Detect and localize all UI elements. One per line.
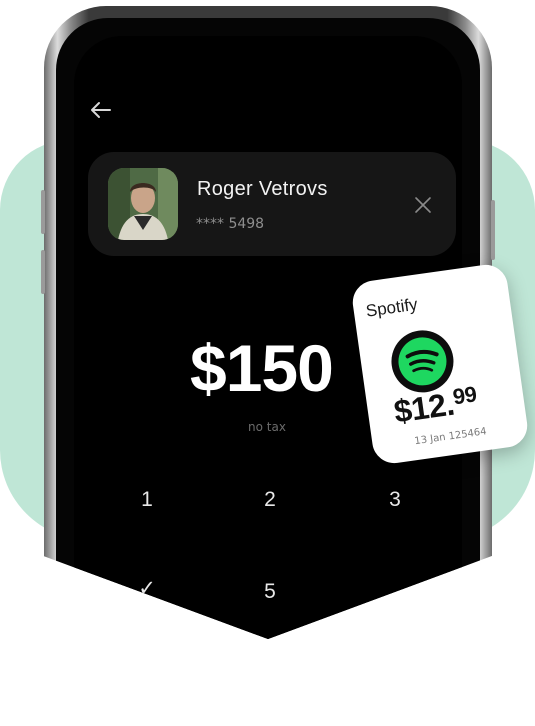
keypad-key-partial[interactable]: ✓: [127, 576, 167, 601]
tax-note: no tax: [248, 420, 286, 434]
keypad-key-3[interactable]: 3: [375, 488, 415, 512]
service-name: Spotify: [364, 294, 419, 321]
arrow-left-icon[interactable]: [88, 98, 114, 122]
payment-amount: $150: [190, 331, 334, 405]
power-button: [491, 200, 495, 260]
keypad-key-2[interactable]: 2: [250, 488, 290, 512]
transaction-date: 13 Jan 125464: [413, 426, 488, 448]
keypad-key-1[interactable]: 1: [127, 488, 167, 512]
volume-button: [41, 190, 45, 234]
account-number: **** 5498: [196, 216, 265, 232]
avatar: [108, 168, 178, 240]
spotify-payment-card[interactable]: Spotify $12.99 13 Jan 125464: [349, 262, 531, 466]
keypad-key-5[interactable]: 5: [250, 580, 290, 604]
recipient-name: Roger Vetrovs: [197, 178, 328, 200]
price-main: $12.: [391, 385, 457, 430]
volume-button: [41, 250, 45, 294]
price-cents: 99: [451, 381, 478, 410]
close-icon[interactable]: [414, 196, 432, 214]
